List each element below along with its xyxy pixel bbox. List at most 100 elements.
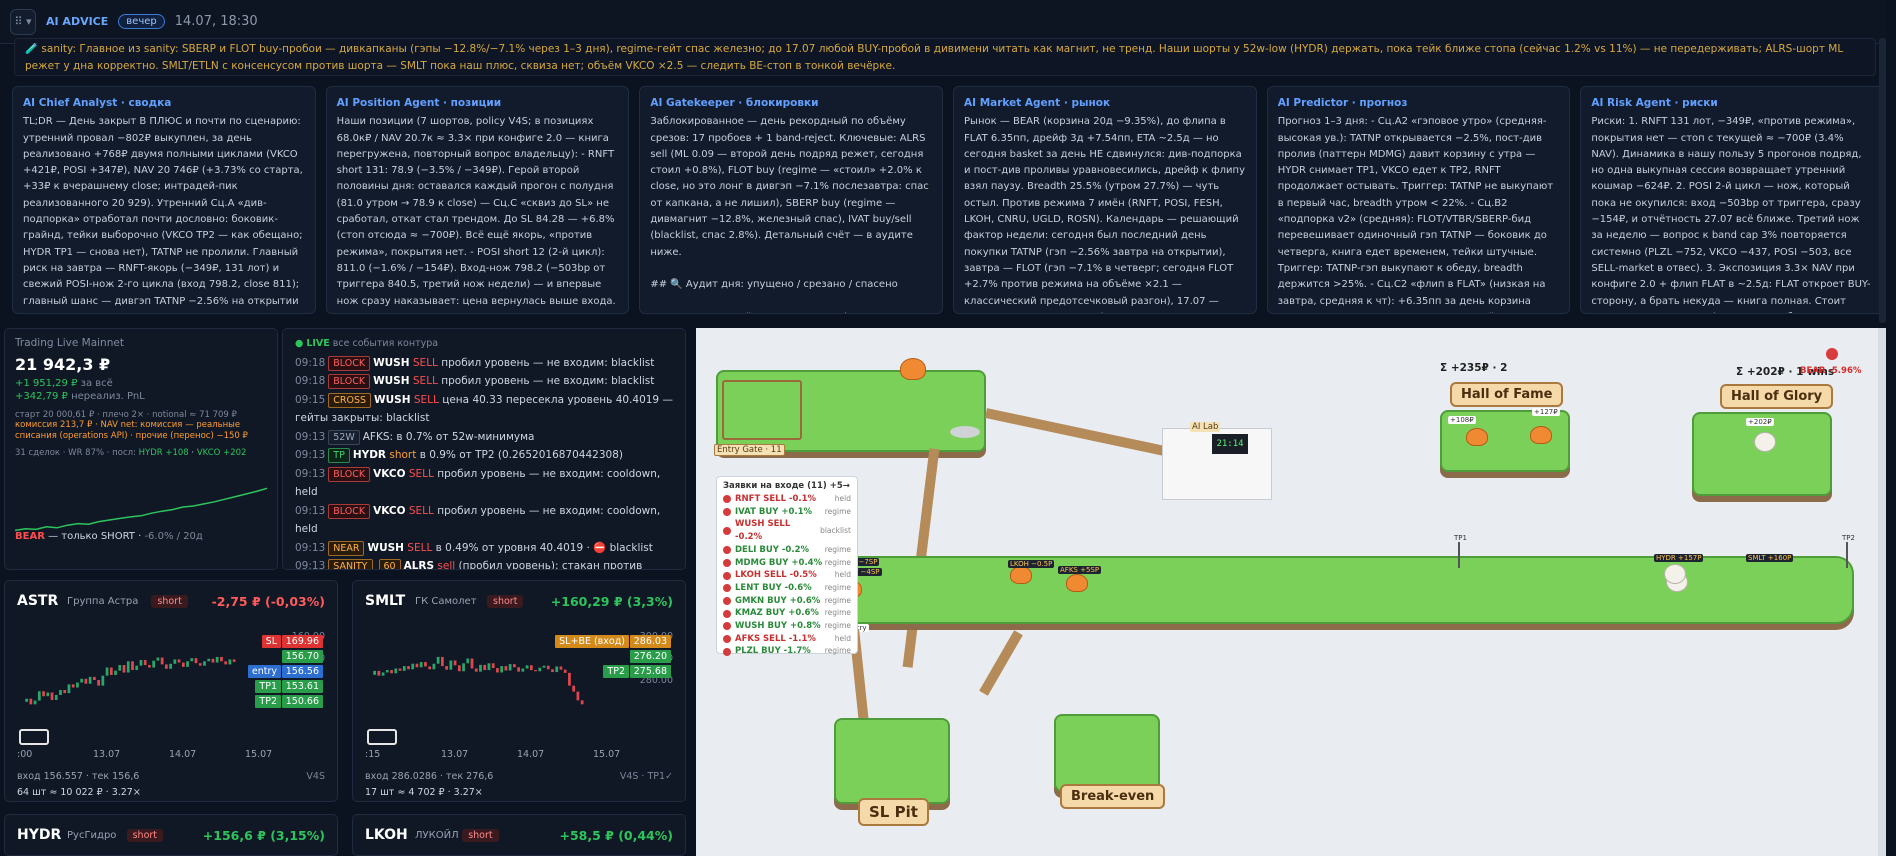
fox-lkoh[interactable]	[1010, 566, 1032, 584]
order-name: PLZL BUY -1.7%	[735, 646, 811, 657]
candle	[84, 678, 88, 684]
candle	[93, 676, 96, 681]
order-row[interactable]: DELI BUY -0.2% regime	[723, 544, 851, 557]
order-reason: regime	[824, 544, 851, 554]
cat-hydr[interactable]	[1664, 564, 1686, 584]
event-time: 09:15	[295, 393, 326, 406]
candle	[474, 668, 478, 672]
drag-handle-icon[interactable]: ⠿ ▾	[10, 8, 36, 35]
event-ticker: WUSH	[373, 356, 410, 369]
order-name: GMKN BUY +0.6%	[735, 595, 821, 606]
advice-scrollbar[interactable]	[1879, 38, 1886, 323]
date-tick: :15	[365, 749, 381, 760]
policy-label: V4S	[306, 771, 325, 782]
order-name: AFKS SELL -1.1%	[735, 633, 816, 644]
event-side: short	[389, 449, 417, 461]
event-time: 09:13	[295, 430, 326, 443]
candle	[42, 691, 45, 697]
level-price: 153.61	[281, 680, 323, 693]
candle	[479, 664, 482, 672]
event-tag: SANITY	[328, 559, 373, 569]
candle	[232, 659, 236, 662]
order-reason: regime	[824, 582, 851, 592]
entry-line: вход 156.557 · тек 156,6	[17, 771, 140, 782]
event-time: 09:18	[295, 356, 326, 369]
event-row[interactable]: 09:13 SANITY 60 ALRS sell (пробил уровень):…	[295, 557, 673, 569]
event-side: SELL	[408, 504, 434, 517]
sl-pit-sign[interactable]: SL Pit	[858, 798, 929, 826]
candle	[160, 657, 164, 665]
fox-afks[interactable]	[1066, 574, 1088, 592]
order-row[interactable]: WUSH SELL -0.2% blacklist	[723, 518, 851, 543]
order-status-icon	[723, 527, 731, 536]
order-status-icon	[723, 546, 731, 555]
event-row[interactable]: 09:13 BLOCK VKCO SELL пробил уровень — не …	[295, 465, 673, 502]
order-row[interactable]: KMAZ BUY +0.6% regime	[723, 607, 851, 620]
candle	[513, 664, 516, 668]
hall-of-glory-sign[interactable]: Hall of Glory	[1720, 384, 1834, 409]
event-row[interactable]: 09:13 TP HYDR short в 0.9% от TP2 (0.26520…	[295, 446, 673, 465]
candle	[169, 663, 172, 669]
order-row[interactable]: WUSH BUY +0.8% regime	[723, 620, 851, 633]
order-row[interactable]: AFKS SELL -1.1% held	[723, 633, 851, 646]
candle	[385, 670, 389, 673]
order-row[interactable]: IVAT BUY +0.1% regime	[723, 506, 851, 519]
fox-entry[interactable]	[900, 358, 926, 380]
event-tag: BLOCK	[328, 466, 371, 482]
candle	[37, 691, 41, 701]
mini-chart-lkoh[interactable]: LKOH ЛУКОЙЛ short +58,5 ₽ (0,44%)	[352, 814, 686, 856]
order-row[interactable]: GMKN BUY +0.6% regime	[723, 595, 851, 608]
trades-line: 31 сделок · WR 87% · посл: HYDR +108 · V…	[15, 448, 247, 458]
agent-card-gatekeeper: AI Gatekeeper · блокировки Заблокированно…	[639, 86, 944, 314]
order-row[interactable]: LKOH SELL -0.5% held	[723, 569, 851, 582]
order-row[interactable]: LENT BUY -0.6% regime	[723, 582, 851, 595]
order-status-icon	[723, 622, 731, 631]
agent-cards: AI Chief Analyst · сводка TL;DR — День за…	[12, 86, 1885, 314]
mini-chart-smlt[interactable]: SMLTГК Самолетshort+160,29 ₽ (3,3%)300.0…	[352, 580, 686, 802]
game-scrollbar[interactable]	[1878, 328, 1886, 856]
change-value: +160,29 ₽ (3,3%)	[550, 594, 673, 609]
candle	[559, 666, 563, 670]
header-title: AI ADVICE	[46, 15, 109, 28]
candle	[551, 669, 554, 673]
level-price: 156.56	[281, 665, 323, 678]
level-price: 275.68	[629, 665, 671, 678]
candle	[373, 670, 376, 675]
event-row[interactable]: 09:13 NEAR WUSH SELL в 0.49% от уровня 40.…	[295, 539, 673, 558]
level-tag: TP1	[255, 680, 281, 693]
event-row[interactable]: 09:15 CROSS WUSH SELL цена 40.33 пересекла…	[295, 391, 673, 428]
event-row[interactable]: 09:18 BLOCK WUSH SELL пробил уровень — не …	[295, 372, 673, 391]
event-row[interactable]: 09:13 52W AFKS: в 0.7% от 52w-минимума	[295, 428, 673, 447]
balance-value: 21 942,3 ₽	[15, 355, 111, 374]
event-side: SELL	[412, 375, 438, 387]
cat-glory[interactable]	[1754, 432, 1776, 452]
event-time: 09:13	[295, 541, 326, 554]
agent-card-title: AI Chief Analyst · сводка	[23, 97, 172, 109]
order-name: KMAZ BUY +0.6%	[735, 608, 819, 619]
order-row[interactable]: MDMG BUY +0.4% regime	[723, 557, 851, 570]
order-row[interactable]: PLZL BUY -1.7% regime	[723, 645, 851, 658]
mini-chart-hydr[interactable]: HYDR РусГидро short +156,6 ₽ (3,15%)	[4, 814, 338, 856]
candle	[580, 700, 584, 705]
fox-fame-1[interactable]	[1466, 428, 1488, 446]
live-subtitle: все события контура	[332, 338, 439, 349]
change-value: +156,6 ₽ (3,15%)	[202, 828, 325, 843]
event-row[interactable]: 09:13 BLOCK VKCO SELL пробил уровень — не …	[295, 502, 673, 539]
candle	[483, 664, 487, 671]
candle	[491, 663, 495, 669]
fox-fame-2[interactable]	[1530, 426, 1552, 444]
candle	[139, 660, 143, 666]
order-status-icon	[723, 596, 731, 605]
event-row[interactable]: 09:18 BLOCK WUSH SELL пробил уровень — не …	[295, 354, 673, 373]
break-even-sign[interactable]: Break-even	[1060, 784, 1166, 809]
level-price: 150.66	[281, 695, 323, 708]
total-pnl: +1 951,29 ₽	[15, 378, 78, 389]
event-ticker: WUSH	[374, 393, 411, 406]
live-status: LIVE	[306, 338, 330, 349]
event-ticker: HYDR	[352, 449, 387, 461]
hall-of-fame-sign[interactable]: Hall of Fame	[1450, 382, 1564, 407]
level-tag: TP2	[255, 695, 281, 708]
mini-chart-astr[interactable]: ASTRГруппа Астраshort-2,75 ₽ (-0,03%)160…	[4, 580, 338, 802]
bear-label: BEAR -5.96%	[1800, 366, 1862, 376]
order-row[interactable]: RNFT SELL -0.1% held	[723, 493, 851, 506]
